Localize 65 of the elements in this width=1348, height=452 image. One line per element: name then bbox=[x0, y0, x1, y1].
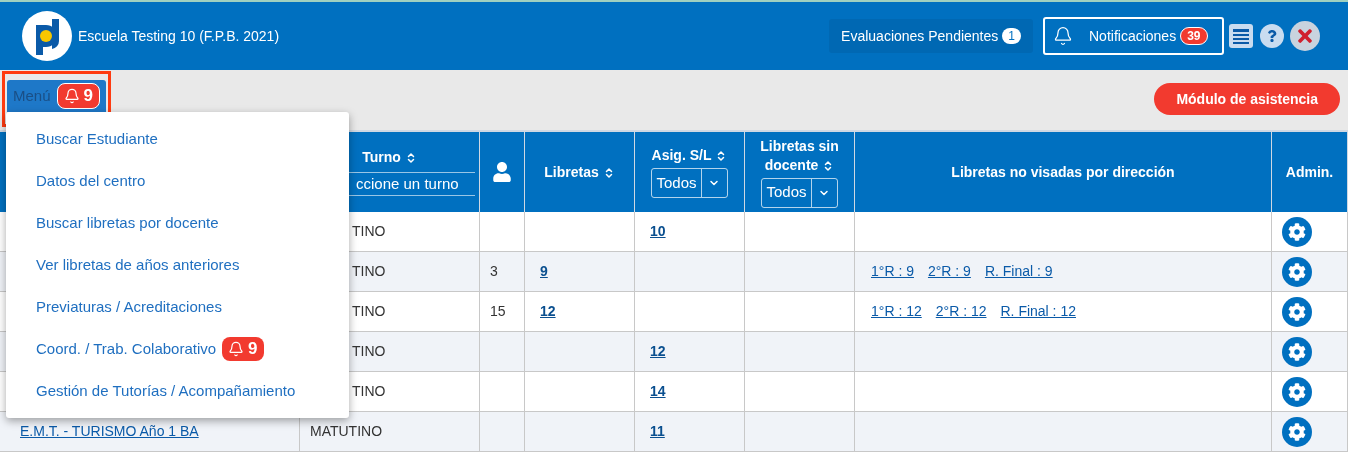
libretas-link[interactable]: 9 bbox=[540, 261, 548, 282]
school-name: Escuela Testing 10 (F.P.B. 2021) bbox=[78, 26, 280, 46]
alert-badge: 9 bbox=[222, 337, 264, 361]
count-badge: 1 bbox=[1002, 28, 1021, 44]
report-link[interactable]: 1°R : 9 bbox=[871, 261, 914, 282]
menu-item[interactable]: Buscar Estudiante bbox=[36, 127, 158, 151]
menu-item[interactable]: Buscar libretas por docente bbox=[36, 211, 219, 235]
settings-button[interactable] bbox=[1282, 216, 1312, 247]
table-cell: 15 bbox=[480, 292, 525, 332]
settings-button[interactable] bbox=[1282, 376, 1312, 407]
column-header[interactable]: Admin. bbox=[1285, 162, 1334, 182]
gear-icon bbox=[1288, 382, 1306, 401]
asignaturas-link[interactable]: 10 bbox=[650, 221, 666, 242]
settings-button[interactable] bbox=[1282, 296, 1312, 327]
report-link[interactable]: 1°R : 12 bbox=[871, 301, 922, 322]
person-icon bbox=[493, 162, 511, 182]
menu-item[interactable]: Coord. / Trab. Colaborativo bbox=[36, 337, 217, 361]
table-cell bbox=[480, 372, 525, 412]
report-link[interactable]: R. Final : 12 bbox=[1000, 301, 1076, 322]
pending-evaluations-button[interactable]: Evaluaciones Pendientes 1 bbox=[829, 19, 1033, 53]
column-header[interactable]: Libretas no visadas por dirección bbox=[951, 162, 1175, 182]
count-badge: 39 bbox=[1180, 27, 1208, 45]
gear-icon bbox=[1288, 422, 1306, 441]
settings-button[interactable] bbox=[1282, 336, 1312, 367]
course-link[interactable]: E.M.T. - TURISMO Año 1 BA bbox=[20, 421, 199, 442]
asignaturas-link[interactable]: 12 bbox=[650, 341, 666, 362]
column-header[interactable]: Libretas bbox=[544, 162, 615, 182]
settings-button[interactable] bbox=[1282, 416, 1312, 447]
bell-icon bbox=[1053, 26, 1073, 46]
filter-select[interactable]: Todos bbox=[761, 177, 838, 208]
report-link[interactable]: 2°R : 9 bbox=[927, 261, 971, 282]
table-cell: MATUTINO bbox=[300, 412, 480, 452]
notifications-label: Notificaciones bbox=[1089, 26, 1177, 46]
filter-select[interactable]: Todos bbox=[651, 168, 728, 198]
bell-icon bbox=[63, 88, 80, 104]
gear-icon bbox=[1288, 302, 1306, 321]
table-cell bbox=[480, 332, 525, 372]
menu-item[interactable]: Previaturas / Acreditaciones bbox=[36, 295, 222, 319]
column-header[interactable]: Turno bbox=[362, 148, 417, 167]
table-cell bbox=[480, 412, 525, 452]
table-cell bbox=[480, 212, 525, 252]
libretas-link[interactable]: 12 bbox=[540, 301, 556, 322]
report-link[interactable]: 2°R : 12 bbox=[935, 301, 987, 322]
column-header[interactable]: Libretas sin docente bbox=[749, 136, 850, 175]
asignaturas-link[interactable]: 14 bbox=[650, 381, 666, 402]
gear-icon bbox=[1288, 222, 1306, 241]
menu-item[interactable]: Datos del centro bbox=[36, 169, 146, 193]
attendance-module-button[interactable]: Módulo de asistencia bbox=[1154, 83, 1340, 115]
asignaturas-link[interactable]: 11 bbox=[650, 421, 665, 442]
notifications-button[interactable]: Notificaciones 39 bbox=[1043, 17, 1224, 55]
logo-icon bbox=[22, 11, 72, 61]
menu-item[interactable]: Ver libretas de años anteriores bbox=[36, 253, 240, 277]
report-link[interactable]: R. Final : 9 bbox=[984, 261, 1053, 282]
gear-icon bbox=[1288, 262, 1306, 281]
column-header[interactable]: Asig. S/L bbox=[651, 146, 728, 165]
help-icon[interactable] bbox=[1260, 24, 1284, 48]
gear-icon bbox=[1288, 342, 1306, 361]
bell-icon bbox=[228, 341, 245, 357]
alert-badge: 9 bbox=[56, 83, 100, 109]
close-icon[interactable] bbox=[1290, 21, 1320, 51]
menu-button[interactable]: Menú 9 bbox=[7, 80, 106, 112]
table-cell: 3 bbox=[480, 252, 525, 292]
menu-item[interactable]: Gestión de Tutorías / Acompañamiento bbox=[36, 379, 296, 403]
document-icon[interactable] bbox=[1228, 23, 1254, 49]
settings-button[interactable] bbox=[1282, 256, 1312, 287]
